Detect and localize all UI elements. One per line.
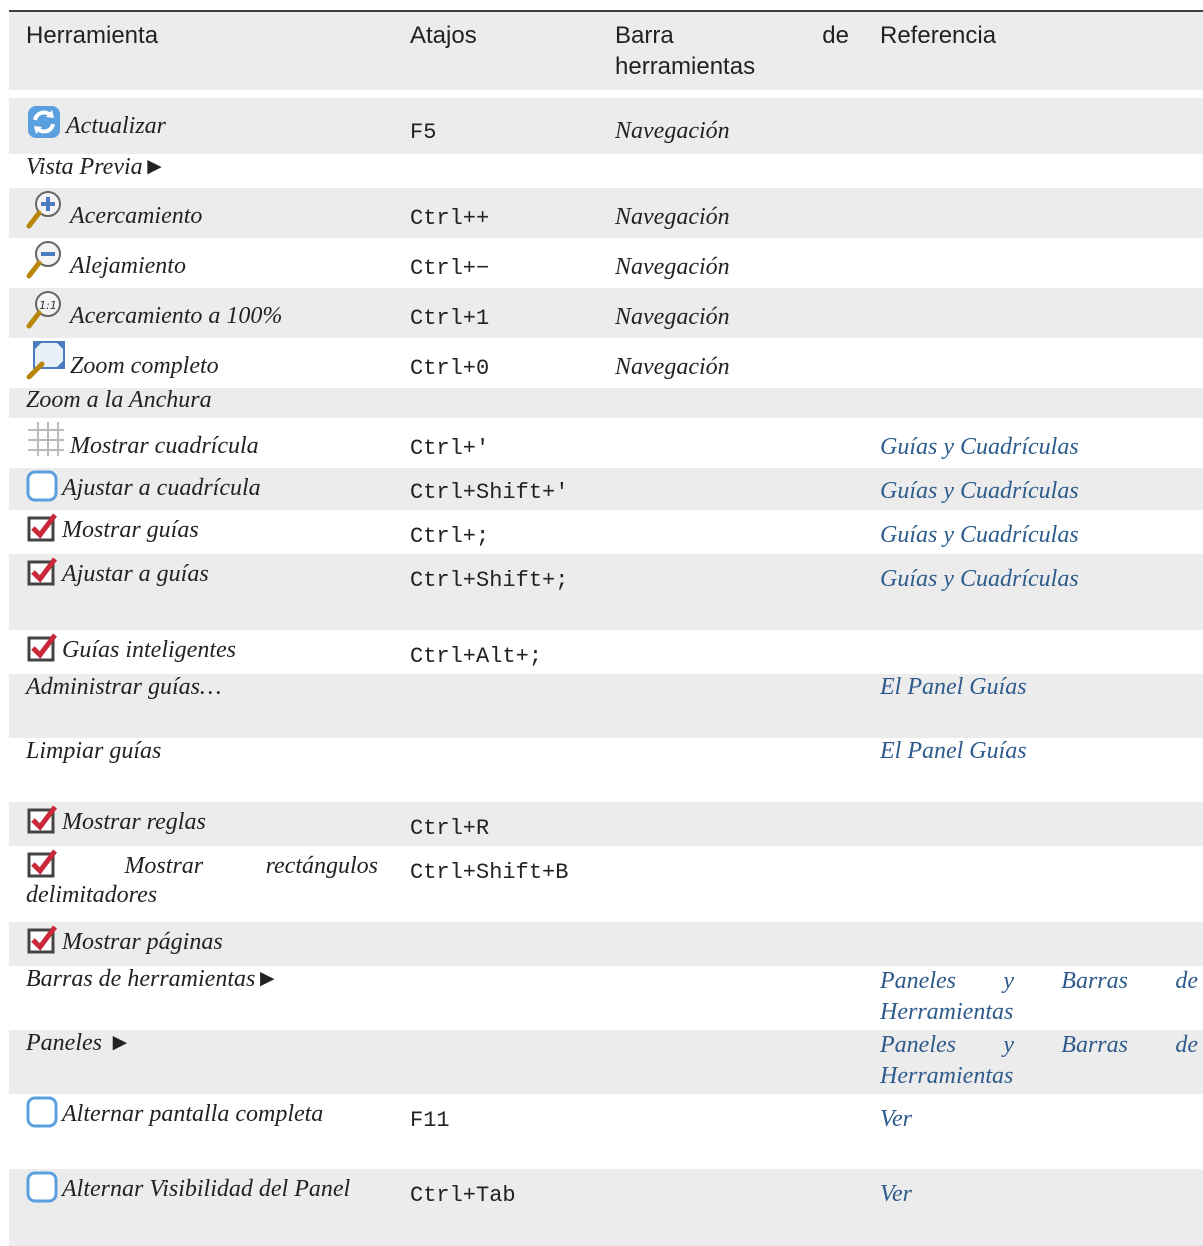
checkbox-checked-icon (26, 804, 58, 836)
checkbox-unchecked-icon (26, 1096, 58, 1128)
table-row: Alternar Visibilidad del Panel Ctrl+Tab … (9, 1169, 1203, 1246)
reference-link[interactable]: El Panel Guías (880, 674, 1027, 701)
grid-icon (26, 420, 66, 460)
table-row: Actualizar F5 Navegación (9, 98, 1203, 154)
header-tool: Herramienta (26, 22, 159, 49)
reference-link[interactable]: Guías y Cuadrículas (880, 478, 1079, 505)
tool-cell: Zoom completo (26, 340, 219, 380)
shortcut-cell: Ctrl+1 (410, 306, 490, 331)
tool-cell: Mostrar guías (26, 512, 199, 544)
tool-cell: Barras de herramientas► (26, 966, 280, 992)
table-row: Limpiar guías El Panel Guías (9, 738, 1203, 802)
tool-cell: Vista Previa► (26, 154, 167, 180)
toolbar-cell: Navegación (615, 254, 730, 280)
shortcut-cell: F11 (410, 1108, 450, 1133)
tool-cell: Guías inteligentes (26, 632, 236, 664)
tool-cell: Acercamiento (26, 190, 202, 230)
svg-text:1:1: 1:1 (39, 299, 57, 312)
header-shortcut: Atajos (410, 22, 477, 49)
table-row: Zoom completo Ctrl+0 Navegación (9, 338, 1203, 388)
header-reference: Referencia (880, 22, 997, 49)
reference-link[interactable]: El Panel Guías (880, 738, 1027, 765)
tool-cell: 1:1 Acercamiento a 100% (26, 290, 282, 330)
zoom-100-icon: 1:1 (26, 290, 66, 330)
table-row: Mostrar rectángulos delimitadores Ctrl+S… (9, 846, 1203, 922)
reference-link[interactable]: Ver (880, 1181, 912, 1208)
toolbar-cell: Navegación (615, 354, 730, 380)
table-row: Alejamiento Ctrl+− Navegación (9, 238, 1203, 288)
shortcut-cell: Ctrl++ (410, 206, 490, 231)
toolbar-cell: Navegación (615, 204, 730, 230)
checkbox-checked-icon (26, 632, 58, 664)
shortcut-cell: Ctrl+0 (410, 356, 490, 381)
reference-link[interactable]: Guías y Cuadrículas (880, 434, 1079, 461)
table-header: Herramienta Atajos Barra de herramientas … (9, 12, 1203, 90)
zoom-fit-icon (26, 340, 66, 380)
shortcut-cell: Ctrl+− (410, 256, 490, 281)
table-row: Alternar pantalla completa F11 Ver (9, 1094, 1203, 1169)
reference-link[interactable]: Paneles y Barras de Herramientas (880, 966, 1198, 1028)
tool-cell: Administrar guías… (26, 674, 222, 700)
refresh-icon (26, 104, 62, 140)
table-row: Guías inteligentes Ctrl+Alt+; (9, 630, 1203, 674)
tool-cell: Paneles ► (26, 1030, 132, 1056)
tool-cell: Mostrar cuadrícula (26, 420, 259, 460)
tool-cell: Zoom a la Anchura (26, 387, 212, 413)
tool-cell: Ajustar a cuadrícula (26, 470, 261, 502)
shortcut-cell: Ctrl+R (410, 816, 490, 841)
shortcut-cell: Ctrl+; (410, 524, 490, 549)
table-row: Ajustar a cuadrícula Ctrl+Shift+' Guías … (9, 468, 1203, 510)
table-row: Zoom a la Anchura (9, 387, 1203, 418)
table-row: Ajustar a guías Ctrl+Shift+; Guías y Cua… (9, 554, 1203, 630)
reference-link[interactable]: Ver (880, 1106, 912, 1133)
table-row: Acercamiento Ctrl++ Navegación (9, 188, 1203, 238)
table-row: Mostrar guías Ctrl+; Guías y Cuadrículas (9, 510, 1203, 554)
table-row: Mostrar cuadrícula Ctrl+' Guías y Cuadrí… (9, 418, 1203, 468)
table-row: Mostrar reglas Ctrl+R (9, 802, 1203, 846)
table-row: Paneles ► Paneles y Barras de Herramientas (9, 1030, 1203, 1094)
zoom-in-icon (26, 190, 66, 230)
shortcut-cell: F5 (410, 120, 437, 145)
tool-cell: Alejamiento (26, 240, 186, 280)
tool-cell: Mostrar páginas (26, 924, 223, 956)
shortcut-cell: Ctrl+Shift+' (410, 480, 569, 505)
table-row: 1:1 Acercamiento a 100% Ctrl+1 Navegació… (9, 288, 1203, 338)
table-row: Mostrar páginas (9, 922, 1203, 966)
tool-cell: Alternar Visibilidad del Panel (26, 1171, 350, 1203)
tool-cell: Actualizar (26, 104, 166, 140)
checkbox-checked-icon (26, 848, 58, 880)
tool-cell: Limpiar guías (26, 738, 162, 764)
table-row: Barras de herramientas► Paneles y Barras de… (9, 966, 1203, 1030)
toolbar-cell: Navegación (615, 118, 730, 144)
shortcut-cell: Ctrl+Shift+B (410, 860, 569, 885)
checkbox-unchecked-icon (26, 1171, 58, 1203)
shortcut-cell: Ctrl+Shift+; (410, 568, 569, 593)
shortcuts-table: Herramienta Atajos Barra de herramientas … (9, 10, 1203, 1246)
zoom-out-icon (26, 240, 66, 280)
reference-link[interactable]: Paneles y Barras de Herramientas (880, 1030, 1198, 1092)
checkbox-checked-icon (26, 924, 58, 956)
checkbox-unchecked-icon (26, 470, 58, 502)
reference-link[interactable]: Guías y Cuadrículas (880, 522, 1079, 549)
tool-cell: Mostrar rectángulos delimitadores (26, 848, 378, 911)
checkbox-checked-icon (26, 512, 58, 544)
shortcut-cell: Ctrl+Alt+; (410, 644, 543, 669)
tool-cell: Ajustar a guías (26, 556, 209, 588)
tool-cell: Mostrar reglas (26, 804, 206, 836)
tool-cell: Alternar pantalla completa (26, 1096, 323, 1128)
table-row: Administrar guías… El Panel Guías (9, 674, 1203, 738)
toolbar-cell: Navegación (615, 304, 730, 330)
reference-link[interactable]: Guías y Cuadrículas (880, 566, 1079, 593)
shortcut-cell: Ctrl+' (410, 436, 490, 461)
shortcut-cell: Ctrl+Tab (410, 1183, 516, 1208)
header-toolbar: Barra de herramientas (615, 22, 849, 80)
table-row: Vista Previa► (9, 154, 1203, 188)
checkbox-checked-icon (26, 556, 58, 588)
